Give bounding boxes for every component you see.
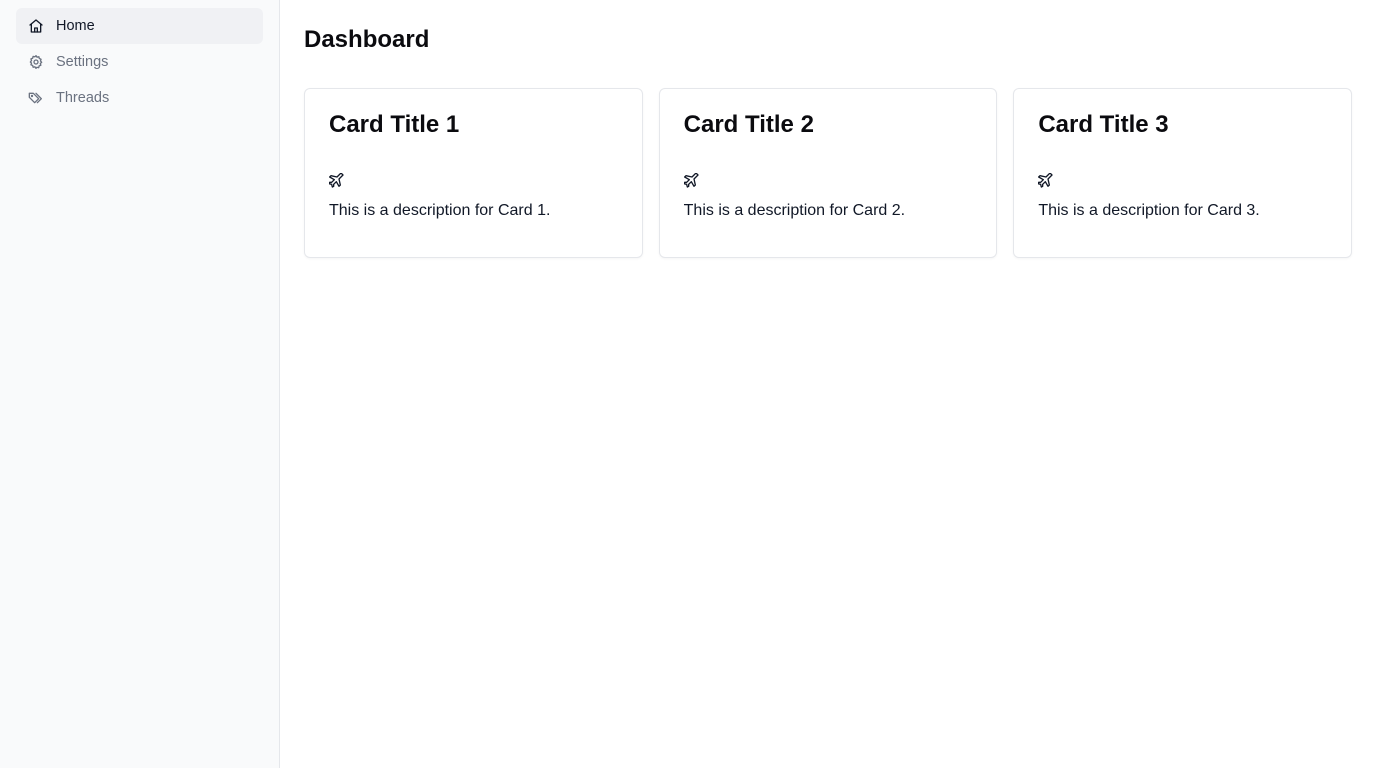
sidebar-item-label: Threads [56, 90, 110, 106]
sidebar-item-settings[interactable]: Settings [16, 44, 263, 80]
gear-icon [28, 54, 44, 70]
card-description: This is a description for Card 2. [683, 202, 906, 219]
sidebar-item-label: Settings [56, 54, 109, 70]
tags-icon [28, 90, 44, 106]
sidebar: Home Settings Threads [0, 0, 280, 768]
card: Card Title 1 This is a description for C… [304, 88, 643, 258]
card-grid: Card Title 1 This is a description for C… [304, 88, 1352, 258]
card: Card Title 3 This is a description for C… [1013, 88, 1352, 258]
card-title: Card Title 1 [329, 111, 460, 138]
page-title: Dashboard [304, 26, 430, 53]
plane-icon [1037, 172, 1054, 189]
sidebar-item-label: Home [56, 18, 95, 34]
card: Card Title 2 This is a description for C… [658, 88, 998, 258]
card-title: Card Title 3 [1038, 111, 1169, 138]
sidebar-nav: Home Settings Threads [16, 8, 263, 116]
sidebar-item-threads[interactable]: Threads [16, 80, 263, 116]
plane-icon [682, 172, 700, 189]
card-title: Card Title 2 [683, 111, 814, 138]
home-icon [28, 18, 44, 34]
card-description: This is a description for Card 3. [1038, 202, 1260, 219]
card-description: This is a description for Card 1. [329, 202, 551, 219]
main-content: Dashboard Card Title 1 This is a descrip… [280, 0, 1376, 768]
plane-icon [328, 172, 345, 189]
sidebar-item-home[interactable]: Home [16, 8, 263, 44]
app-root: Home Settings Threads Dashboard Card Tit… [0, 0, 1376, 768]
